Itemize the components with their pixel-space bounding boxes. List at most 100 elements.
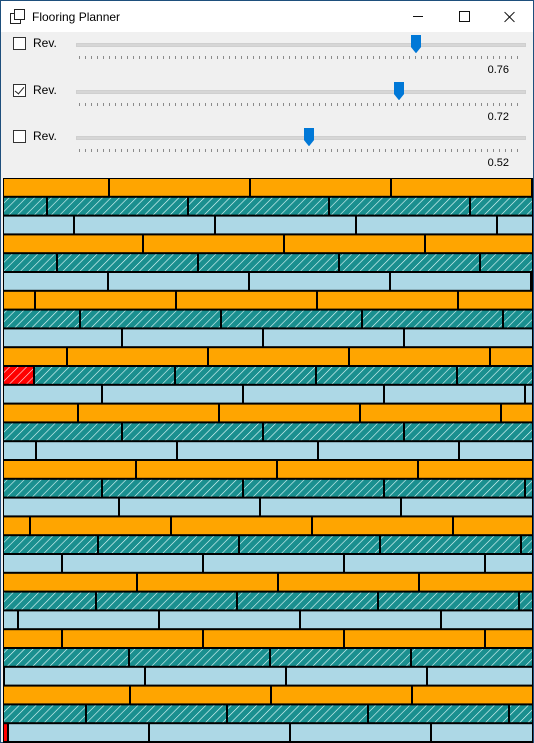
plank — [313, 517, 452, 535]
plank — [361, 404, 500, 422]
ratio-slider-2[interactable] — [76, 90, 526, 94]
maximize-button[interactable] — [441, 1, 487, 32]
plank — [97, 592, 236, 610]
plank — [345, 630, 484, 647]
plank — [35, 367, 174, 384]
plank — [279, 573, 418, 591]
plank — [4, 291, 34, 309]
plank — [199, 254, 338, 271]
plank — [4, 235, 142, 253]
plank — [381, 536, 520, 553]
plank — [486, 630, 532, 647]
plank — [4, 573, 136, 591]
plank — [385, 385, 524, 403]
ratio-slider-3[interactable] — [76, 136, 526, 140]
slider-thumb-3[interactable] — [303, 128, 314, 146]
plank — [75, 216, 214, 234]
plank — [442, 611, 532, 629]
plank — [510, 705, 532, 723]
plank — [391, 273, 530, 290]
slider-thumb-1[interactable] — [411, 35, 422, 53]
plank — [4, 197, 46, 215]
plank — [79, 404, 218, 422]
plank — [120, 498, 259, 516]
plank — [36, 291, 175, 309]
close-button[interactable] — [487, 1, 533, 32]
plank — [4, 348, 66, 365]
slider-value-2: 0.72 — [487, 111, 509, 123]
plank — [4, 385, 101, 403]
plank — [350, 348, 489, 365]
plank — [4, 555, 61, 572]
plank — [319, 442, 458, 459]
plank — [5, 667, 144, 685]
plank — [426, 235, 532, 253]
floor-plank-layout — [4, 179, 532, 741]
plank — [189, 197, 328, 215]
plank — [458, 367, 532, 384]
plank — [402, 498, 532, 516]
plank — [4, 310, 79, 328]
maximize-icon — [458, 11, 470, 22]
plank — [87, 705, 226, 723]
plank — [432, 724, 532, 741]
plank — [459, 291, 532, 309]
plank — [522, 536, 532, 553]
plank — [317, 367, 456, 384]
minimize-icon — [413, 16, 423, 17]
slider-value-1: 0.76 — [487, 64, 509, 76]
slider-thumb-2[interactable] — [393, 82, 404, 100]
plank — [460, 442, 532, 459]
plank — [405, 423, 532, 441]
plank — [502, 404, 532, 422]
plank — [4, 404, 77, 422]
plank — [291, 724, 430, 741]
app-icon — [10, 8, 26, 25]
plank — [240, 536, 379, 553]
plank — [345, 555, 484, 572]
plank — [498, 216, 532, 234]
reverse-label-3: Rev. — [33, 129, 57, 143]
plank — [392, 179, 531, 196]
plank — [363, 310, 502, 328]
plank — [412, 649, 532, 666]
ratio-slider-1[interactable] — [76, 43, 526, 47]
plank — [4, 611, 17, 629]
plank — [131, 686, 270, 704]
plank — [471, 197, 532, 215]
reverse-checkbox-2[interactable] — [13, 84, 26, 97]
plank — [301, 611, 440, 629]
plank — [222, 310, 361, 328]
plank — [176, 367, 315, 384]
slider-value-3: 0.52 — [487, 157, 509, 169]
plank — [137, 461, 276, 478]
plank — [261, 498, 400, 516]
minimize-button[interactable] — [395, 1, 441, 32]
plank — [63, 555, 202, 572]
plank — [285, 235, 424, 253]
plank — [144, 235, 283, 253]
plank — [4, 179, 108, 196]
plank — [330, 197, 469, 215]
plank — [103, 479, 242, 497]
plank — [109, 273, 248, 290]
title-bar[interactable]: Flooring Planner — [1, 1, 533, 32]
reverse-checkbox-1[interactable] — [13, 37, 26, 50]
plank — [123, 423, 262, 441]
plank — [68, 348, 207, 365]
plank — [130, 649, 269, 666]
plank — [63, 630, 202, 647]
plank — [481, 254, 532, 271]
plank — [340, 254, 479, 271]
window-title: Flooring Planner — [32, 9, 121, 24]
plank — [4, 724, 7, 741]
slider-ticks-3 — [79, 149, 523, 152]
plank — [99, 536, 238, 553]
plank — [520, 592, 532, 610]
plank — [9, 724, 148, 741]
reverse-checkbox-3[interactable] — [13, 130, 26, 143]
plank — [4, 649, 128, 666]
plank — [204, 630, 343, 647]
control-row-2: Rev. 0.72 — [1, 79, 533, 125]
plank — [504, 310, 532, 328]
